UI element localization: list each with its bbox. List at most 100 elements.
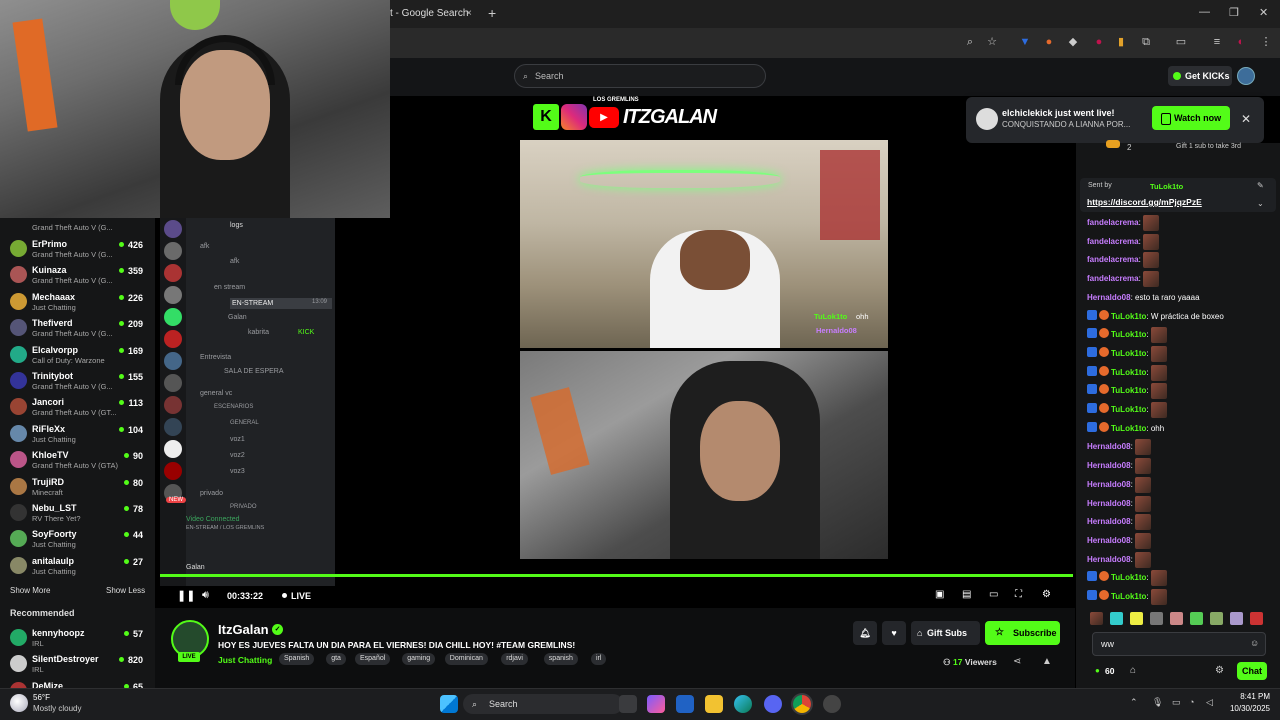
windows-start-icon[interactable] bbox=[440, 695, 458, 713]
send-chat-button[interactable]: Chat bbox=[1237, 662, 1267, 680]
emote-icon[interactable] bbox=[1250, 612, 1263, 625]
stream-tag[interactable]: gta bbox=[326, 653, 346, 665]
emote-icon[interactable] bbox=[1150, 612, 1163, 625]
bookmark-star-icon[interactable]: ☆ bbox=[985, 35, 999, 49]
app-icon[interactable] bbox=[823, 695, 841, 713]
sidebar-channel[interactable]: Jancori Grand Theft Auto V (GT... 113 bbox=[0, 394, 155, 420]
stream-tag[interactable]: rdjavi bbox=[501, 653, 528, 665]
chat-username[interactable]: Hernaldo08 bbox=[1087, 499, 1131, 508]
taskbar-search[interactable]: ⌕ Search bbox=[463, 694, 623, 714]
sidebar-channel[interactable]: TrujiRD Minecraft 80 bbox=[0, 474, 155, 500]
sidebar-channel[interactable]: ErPrimo Grand Theft Auto V (G... 426 bbox=[0, 236, 155, 262]
chat-input[interactable]: ww bbox=[1092, 632, 1266, 656]
notification-bell-icon[interactable]: 🔔︎ bbox=[853, 621, 877, 645]
report-icon[interactable]: ▲ bbox=[1042, 656, 1052, 667]
chat-username[interactable]: fandelacrema bbox=[1087, 256, 1139, 265]
recommended-channel[interactable]: SilentDestroyer IRL 820 bbox=[0, 651, 155, 677]
stream-category[interactable]: Just Chatting bbox=[218, 655, 272, 665]
picture-in-picture-icon[interactable]: ▣ bbox=[935, 589, 944, 600]
emote-icon[interactable] bbox=[1110, 612, 1123, 625]
chat-username[interactable]: TuLok1to bbox=[1111, 386, 1146, 395]
stream-tag[interactable]: irl bbox=[591, 653, 607, 665]
chat-username[interactable]: Hernaldo08 bbox=[1087, 461, 1131, 470]
stream-tag[interactable]: Spanish bbox=[279, 653, 315, 665]
extension-icon[interactable]: ● bbox=[1042, 35, 1056, 49]
new-tab-button[interactable]: + bbox=[488, 5, 496, 21]
chat-username[interactable]: Hernaldo08 bbox=[1087, 480, 1131, 489]
taskbar-time[interactable]: 8:41 PM bbox=[1228, 692, 1270, 701]
edge-icon[interactable] bbox=[734, 695, 752, 713]
chat-username[interactable]: Hernaldo08 bbox=[1087, 555, 1131, 564]
zoom-icon[interactable]: ⌕ bbox=[963, 35, 977, 49]
chat-username[interactable]: Hernaldo08 bbox=[1087, 293, 1131, 302]
pinned-link[interactable]: https://discord.gg/mPjqzPzE bbox=[1087, 197, 1202, 207]
speaker-icon[interactable]: ◁ bbox=[1206, 697, 1213, 708]
sidebar-channel[interactable]: RiFleXx Just Chatting 104 bbox=[0, 421, 155, 447]
user-avatar[interactable] bbox=[1237, 67, 1255, 85]
extensions-puzzle-icon[interactable]: ⧉ bbox=[1139, 35, 1153, 49]
playback-progress[interactable] bbox=[160, 574, 1073, 577]
stream-tag[interactable]: gaming bbox=[402, 653, 436, 665]
sidebar-channel[interactable]: Kuinaza Grand Theft Auto V (G... 359 bbox=[0, 262, 155, 288]
chevron-down-icon[interactable]: ⌄ bbox=[1257, 199, 1264, 208]
gift-icon[interactable]: ⌂ bbox=[1130, 665, 1136, 676]
fullscreen-icon[interactable]: ⛶ bbox=[1015, 589, 1022, 600]
chat-username[interactable]: fandelacrema bbox=[1087, 218, 1139, 227]
close-icon[interactable]: ✕ bbox=[1237, 110, 1255, 128]
sidebar-channel[interactable]: SoyFoorty Just Chatting 44 bbox=[0, 526, 155, 552]
outlook-icon[interactable] bbox=[676, 695, 694, 713]
emoji-picker-icon[interactable]: ☺ bbox=[1250, 638, 1259, 648]
sidebar-channel[interactable]: Nebu_LST RV There Yet? 78 bbox=[0, 500, 155, 526]
sidebar-channel[interactable]: Mechaaax Just Chatting 226 bbox=[0, 289, 155, 315]
stream-tag[interactable]: Español bbox=[355, 653, 391, 665]
chat-settings-icon[interactable]: ⚙ bbox=[1215, 665, 1224, 676]
search-input[interactable]: ⌕ Search bbox=[514, 64, 766, 88]
streamer-name[interactable]: ItzGalan bbox=[218, 622, 269, 637]
tray-chevron-icon[interactable]: ⌃ bbox=[1130, 697, 1138, 708]
show-more-button[interactable]: Show More bbox=[10, 586, 50, 595]
emote-icon[interactable] bbox=[1090, 612, 1103, 625]
weather-icon[interactable] bbox=[10, 694, 28, 712]
theater-mode-icon[interactable]: ▭ bbox=[989, 589, 998, 600]
unpin-icon[interactable]: ✎ bbox=[1257, 181, 1264, 190]
chat-username[interactable]: TuLok1to bbox=[1111, 424, 1146, 433]
emote-icon[interactable] bbox=[1230, 612, 1243, 625]
stream-tag[interactable]: spanish bbox=[543, 653, 578, 665]
extension-icon[interactable]: ▮ bbox=[1114, 35, 1128, 49]
restore-icon[interactable]: ❐ bbox=[1229, 6, 1239, 19]
emote-icon[interactable] bbox=[1130, 612, 1143, 625]
volume-icon[interactable]: 🔊︎ bbox=[202, 589, 209, 602]
watch-now-button[interactable]: Watch now bbox=[1152, 106, 1230, 130]
pause-icon[interactable]: ❚❚ bbox=[177, 589, 195, 602]
chat-username[interactable]: fandelacrema bbox=[1087, 274, 1139, 283]
emote-icon[interactable] bbox=[1190, 612, 1203, 625]
sidebar-channel[interactable]: Elcalvorpp Call of Duty: Warzone 169 bbox=[0, 342, 155, 368]
chat-username[interactable]: TuLok1to bbox=[1111, 573, 1146, 582]
extension-icon[interactable]: ● bbox=[1092, 35, 1106, 49]
emote-icon[interactable] bbox=[1170, 612, 1183, 625]
display-icon[interactable]: ▭ bbox=[1172, 697, 1181, 708]
settings-gear-icon[interactable]: ⚙ bbox=[1042, 589, 1051, 600]
chat-username[interactable]: Hernaldo08 bbox=[1087, 443, 1131, 452]
subscribe-button[interactable]: Subscribe bbox=[985, 621, 1060, 645]
wifi-icon[interactable]: ◔ bbox=[1189, 697, 1194, 707]
sidebar-channel[interactable]: anitalaulp Just Chatting 27 bbox=[0, 553, 155, 579]
recommended-channel[interactable]: kennyhoopz IRL 57 bbox=[0, 625, 155, 651]
chat-username[interactable]: TuLok1to bbox=[1111, 312, 1146, 321]
profile-icon[interactable]: ◐ bbox=[1234, 35, 1248, 49]
copilot-icon[interactable] bbox=[647, 695, 665, 713]
sidebar-channel[interactable]: KhloeTV Grand Theft Auto V (GTA) 90 bbox=[0, 447, 155, 473]
window-close-icon[interactable]: ✕ bbox=[1259, 6, 1268, 19]
cast-icon[interactable]: ▭ bbox=[1174, 35, 1188, 49]
sidebar-channel[interactable]: Trinitybot Grand Theft Auto V (G... 155 bbox=[0, 368, 155, 394]
chat-username[interactable]: TuLok1to bbox=[1111, 368, 1146, 377]
taskbar-date[interactable]: 10/30/2025 bbox=[1222, 704, 1270, 713]
menu-kebab-icon[interactable]: ⋮ bbox=[1259, 35, 1273, 49]
chat-username[interactable]: TuLok1to bbox=[1111, 349, 1146, 358]
clip-icon[interactable]: ▤ bbox=[962, 589, 971, 600]
microphone-icon[interactable]: 🎙︎ bbox=[1152, 697, 1163, 708]
tab-close-icon[interactable]: × bbox=[466, 8, 472, 19]
extension-icon[interactable]: ▼ bbox=[1018, 35, 1032, 49]
emote-icon[interactable] bbox=[1210, 612, 1223, 625]
stream-tag[interactable]: Dominican bbox=[444, 653, 488, 665]
